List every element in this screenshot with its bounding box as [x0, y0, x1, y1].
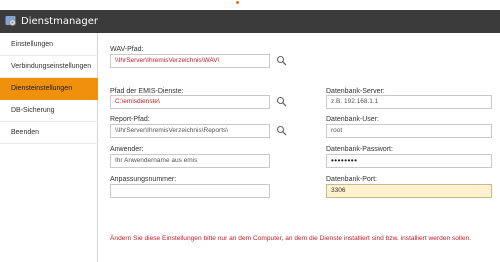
- user-label: Anwender:: [110, 146, 144, 153]
- wav-path-field[interactable]: \\IhrServer\IhremisVerzeichnis\WAV\: [110, 54, 270, 68]
- sidebar: Einstellungen Verbindungseinstellungen D…: [0, 33, 98, 262]
- search-icon[interactable]: [276, 125, 287, 136]
- sidebar-item-label: Diensteinstellungen: [11, 85, 73, 92]
- search-icon[interactable]: [276, 96, 287, 107]
- db-password-label: Datenbank-Passwort:: [326, 146, 393, 153]
- sidebar-item-einstellungen[interactable]: Einstellungen: [0, 34, 98, 56]
- title-bar: Dienstmanager: [0, 10, 500, 33]
- sidebar-item-beenden[interactable]: Beenden: [0, 122, 98, 144]
- sidebar-item-label: Beenden: [11, 129, 40, 136]
- report-path-label: Report-Pfad:: [110, 116, 150, 123]
- gear-icon: [5, 16, 16, 26]
- report-path-field[interactable]: \\IhrServer\IhremisVerzeichnis\Reports\: [110, 124, 270, 138]
- adjust-number-field[interactable]: [110, 184, 270, 198]
- db-password-field[interactable]: ••••••••: [326, 154, 492, 168]
- sidebar-item-label: Einstellungen: [11, 41, 54, 48]
- user-field[interactable]: Ihr Anwendername aus emis: [110, 154, 270, 168]
- sidebar-item-label: Verbindungseinstellungen: [11, 63, 92, 70]
- status-dot: [236, 1, 239, 4]
- top-strip: [0, 0, 500, 10]
- sidebar-item-label: DB-Sicherung: [11, 107, 55, 114]
- settings-note: Ändern Sie diese Einstellungen bitte nur…: [110, 235, 472, 242]
- wav-path-label: WAV-Pfad:: [110, 46, 144, 53]
- db-user-label: Datenbank-User:: [326, 116, 379, 123]
- emis-path-field[interactable]: C:\emisdienste\: [110, 95, 270, 109]
- db-port-field[interactable]: 3306: [326, 184, 492, 198]
- window-title: Dienstmanager: [21, 16, 99, 27]
- adjust-number-label: Anpassungsnummer:: [110, 176, 177, 183]
- search-icon[interactable]: [276, 55, 287, 66]
- sidebar-item-db-sicherung[interactable]: DB-Sicherung: [0, 100, 98, 122]
- sidebar-item-verbindungseinstellungen[interactable]: Verbindungseinstellungen: [0, 56, 98, 78]
- db-user-field[interactable]: root: [326, 124, 492, 138]
- db-port-label: Datenbank-Port:: [326, 176, 377, 183]
- sidebar-item-diensteinstellungen[interactable]: Diensteinstellungen: [0, 78, 98, 100]
- db-server-field[interactable]: z.B. 192.168.1.1: [326, 95, 492, 109]
